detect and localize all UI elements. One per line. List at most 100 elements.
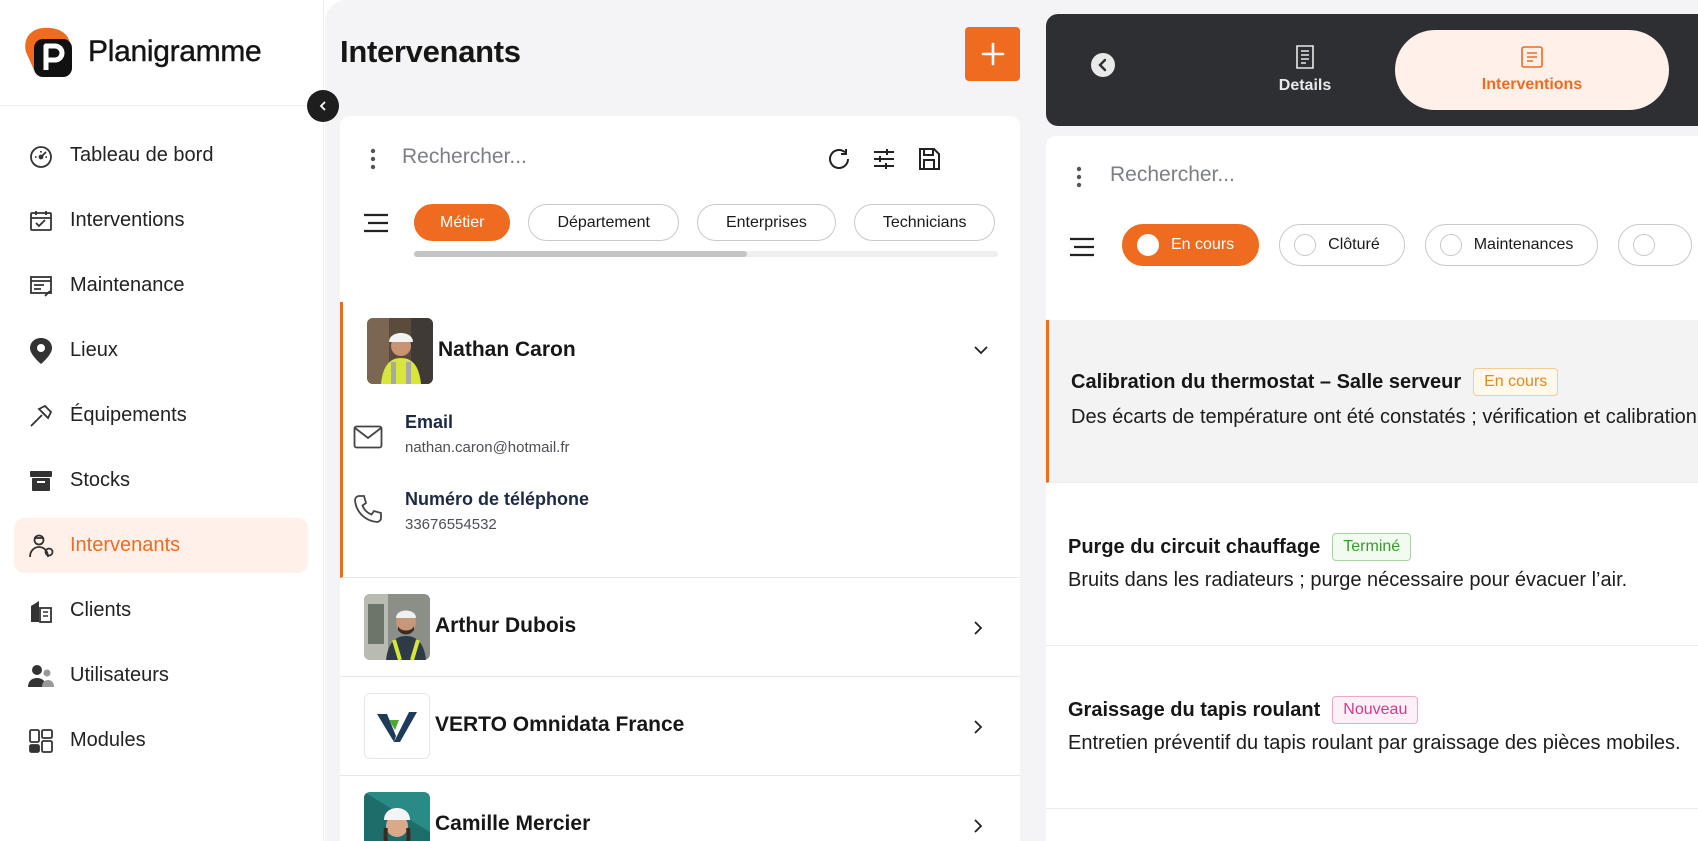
page-title: Intervenants — [340, 34, 521, 69]
intervention-title: Calibration du thermostat – Salle serveu… — [1071, 370, 1462, 393]
verto-logo — [364, 693, 430, 759]
sidebar-item-tableau-de-bord[interactable]: Tableau de bord — [14, 128, 308, 183]
chevron-right-icon[interactable] — [972, 719, 984, 735]
sidebar-item-label: Équipements — [70, 404, 187, 426]
sidebar-item-lieux[interactable]: Lieux — [14, 323, 308, 378]
filter-chip-technicians[interactable]: Technicians — [853, 204, 996, 241]
sidebar-item-label: Lieux — [70, 339, 118, 361]
sidebar-collapse-button[interactable] — [307, 90, 339, 122]
save-icon[interactable] — [914, 144, 944, 174]
filter-scrollbar[interactable] — [414, 251, 998, 257]
status-chip-label: Clôturé — [1328, 236, 1380, 253]
filter-menu-icon[interactable] — [362, 212, 390, 234]
sidebar-item-label: Clients — [70, 599, 132, 621]
hammer-icon — [26, 401, 56, 431]
person-name: Arthur Dubois — [435, 614, 577, 637]
sliders-icon[interactable] — [869, 144, 899, 174]
divider — [0, 105, 324, 106]
sidebar-item-label: Stocks — [70, 469, 131, 491]
modules-grid-icon — [26, 726, 56, 756]
status-chip-en-cours[interactable]: En cours — [1122, 224, 1260, 266]
list-item[interactable]: Nathan Caron Email nathan.caron@hotmail.… — [340, 302, 1020, 578]
planigramme-logo — [20, 24, 78, 80]
sidebar: Planigramme Tableau de bord Intervention… — [0, 0, 324, 841]
building-icon — [26, 596, 56, 626]
status-badge: En cours — [1473, 368, 1559, 396]
person-name: VERTO Omnidata France — [435, 713, 685, 736]
sidebar-item-modules[interactable]: Modules — [14, 713, 308, 768]
phone-icon — [353, 494, 383, 524]
plus-icon — [981, 42, 1004, 66]
chevron-left-circle-icon — [1091, 53, 1115, 77]
sidebar-nav: Tableau de bord Interventions Maintenanc… — [14, 128, 308, 778]
detail-tabs-bar: Details Interventions — [1046, 14, 1698, 126]
intervention-header: Calibration du thermostat – Salle serveu… — [1071, 368, 1559, 396]
worker-icon — [26, 531, 56, 561]
radio-icon — [1294, 234, 1317, 256]
search-input[interactable] — [402, 140, 802, 174]
back-button[interactable] — [1090, 52, 1116, 78]
filter-chips: Métier Département Enterprises Technicians — [414, 204, 998, 244]
sidebar-item-label: Maintenance — [70, 274, 185, 296]
status-chip-maintenances[interactable]: Maintenances — [1424, 224, 1599, 266]
sidebar-item-label: Intervenants — [70, 534, 181, 556]
phone-label: Numéro de téléphone — [405, 489, 590, 509]
chevron-down-icon[interactable] — [973, 344, 989, 356]
tab-interventions[interactable]: Interventions — [1395, 30, 1669, 110]
add-intervenant-button[interactable] — [965, 27, 1020, 81]
filter-chip-departement[interactable]: Département — [528, 204, 679, 241]
sidebar-item-interventions[interactable]: Interventions — [14, 193, 308, 248]
intervention-item[interactable]: Calibration du thermostat – Salle serveu… — [1046, 320, 1698, 483]
intervenants-list: Nathan Caron Email nathan.caron@hotmail.… — [340, 302, 1020, 841]
mail-icon — [353, 425, 383, 449]
brand[interactable]: Planigramme — [20, 24, 262, 80]
filter-menu-icon[interactable] — [1068, 236, 1096, 258]
person-name: Nathan Caron — [438, 338, 576, 361]
radio-icon — [1439, 234, 1462, 256]
filter-chip-metier[interactable]: Métier — [414, 204, 511, 241]
chevron-right-icon[interactable] — [972, 818, 984, 834]
intervention-header: Purge du circuit chauffage Terminé — [1068, 533, 1412, 561]
sidebar-item-utilisateurs[interactable]: Utilisateurs — [14, 648, 308, 703]
email-label: Email — [405, 412, 454, 432]
status-chip-label: En cours — [1171, 236, 1235, 253]
list-item[interactable]: Arthur Dubois — [340, 578, 1020, 677]
tab-label: Interventions — [1481, 76, 1583, 93]
sidebar-item-clients[interactable]: Clients — [14, 583, 308, 638]
sidebar-item-label: Modules — [70, 729, 146, 751]
intervention-item[interactable]: Graissage du tapis roulant Nouveau Entre… — [1046, 646, 1698, 809]
status-chip-more[interactable] — [1618, 224, 1693, 266]
brand-name: Planigramme — [88, 35, 262, 68]
refresh-icon[interactable] — [824, 144, 854, 174]
status-chip-cloture[interactable]: Clôturé — [1279, 224, 1405, 266]
more-options-icon[interactable] — [1076, 166, 1082, 188]
intervention-item[interactable]: Purge du circuit chauffage Terminé Bruit… — [1046, 483, 1698, 646]
chevron-right-icon[interactable] — [972, 620, 984, 636]
more-options-icon[interactable] — [370, 148, 376, 170]
status-chips: En cours Clôturé Maintenances — [1122, 224, 1698, 270]
sidebar-item-label: Utilisateurs — [70, 664, 169, 686]
filter-chip-enterprises[interactable]: Enterprises — [696, 204, 836, 241]
sidebar-item-maintenance[interactable]: Maintenance — [14, 258, 308, 313]
intervention-description: Bruits dans les radiateurs ; purge néces… — [1068, 569, 1628, 591]
users-icon — [26, 661, 56, 691]
status-badge: Nouveau — [1332, 696, 1419, 724]
sidebar-item-label: Interventions — [70, 209, 185, 231]
search-input[interactable] — [1110, 158, 1670, 192]
search-bar — [1046, 156, 1698, 196]
filter-scrollbar-thumb[interactable] — [414, 251, 747, 257]
avatar — [364, 594, 430, 660]
archive-box-icon — [26, 466, 56, 496]
chevron-left-icon — [319, 101, 326, 111]
sidebar-item-intervenants[interactable]: Intervenants — [14, 518, 308, 573]
map-pin-icon — [26, 336, 56, 366]
radio-icon — [1137, 234, 1159, 256]
list-item[interactable]: VERTO Omnidata France — [340, 677, 1020, 776]
sidebar-item-stocks[interactable]: Stocks — [14, 453, 308, 508]
avatar — [364, 792, 430, 841]
radio-icon — [1633, 234, 1656, 256]
intervention-title: Graissage du tapis roulant — [1068, 698, 1321, 721]
list-item[interactable]: Camille Mercier — [340, 776, 1020, 841]
person-name: Camille Mercier — [435, 812, 591, 835]
sidebar-item-equipements[interactable]: Équipements — [14, 388, 308, 443]
